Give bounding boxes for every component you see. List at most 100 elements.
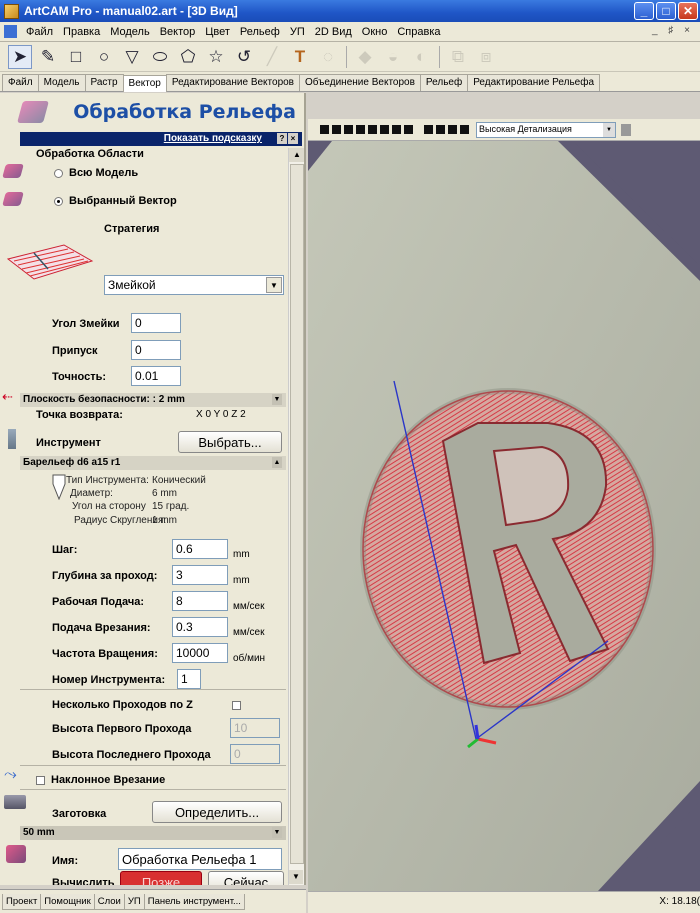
collapse-icon[interactable]: ▲ <box>272 457 282 468</box>
maximize-button[interactable]: □ <box>656 2 676 20</box>
view-option-icon[interactable] <box>621 123 631 136</box>
view-fit-icon[interactable] <box>380 125 389 134</box>
tab-project[interactable]: Проект <box>2 893 42 910</box>
spindle-speed-input[interactable] <box>172 643 228 663</box>
panel-close-icon[interactable]: × <box>288 133 298 144</box>
angle-input[interactable] <box>131 313 181 333</box>
tab-bitmap[interactable]: Растр <box>84 74 124 91</box>
stepover-input[interactable] <box>172 539 228 559</box>
define-stock-button[interactable]: Определить... <box>152 801 282 823</box>
text-icon[interactable]: T <box>288 45 312 69</box>
minimize-button[interactable]: _ <box>634 2 654 20</box>
menu-color[interactable]: Цвет <box>200 26 235 38</box>
last-pass-input[interactable] <box>230 744 280 764</box>
text-arc-icon[interactable]: ◌ <box>316 45 340 69</box>
view-zoom-icon[interactable] <box>368 125 377 134</box>
later-button[interactable]: Позже <box>120 871 202 885</box>
scroll-down-icon[interactable]: ▼ <box>289 870 303 884</box>
star-icon[interactable]: ☆ <box>204 45 228 69</box>
tool-number-input[interactable] <box>177 669 201 689</box>
menu-window[interactable]: Окно <box>357 26 393 38</box>
paste-icon[interactable]: ⧈ <box>474 45 498 69</box>
tool-section[interactable]: Барельеф d6 a15 r1 ▲ <box>20 456 286 470</box>
expand-icon[interactable]: ▼ <box>272 827 282 838</box>
document-icon[interactable] <box>4 25 17 38</box>
menu-edit[interactable]: Правка <box>58 26 105 38</box>
scroll-thumb[interactable] <box>290 164 304 864</box>
scroll-up-icon[interactable]: ▲ <box>289 148 304 162</box>
menu-model[interactable]: Модель <box>105 26 154 38</box>
view-light-icon[interactable] <box>436 125 445 134</box>
bucket-icon[interactable]: ◒ <box>381 45 405 69</box>
freeform-icon[interactable]: ▽ <box>120 45 144 69</box>
help-icon[interactable]: ? <box>277 133 287 144</box>
radio-whole-model[interactable]: Всю Модель <box>54 167 138 179</box>
line-icon[interactable]: ╱ <box>260 45 284 69</box>
radio-selected-vector-dot[interactable] <box>54 196 63 206</box>
radio-selected-vector[interactable]: Выбранный Вектор <box>54 195 177 207</box>
expand-icon[interactable]: ▼ <box>272 394 282 405</box>
menu-file[interactable]: Файл <box>21 26 58 38</box>
tolerance-input[interactable] <box>131 366 181 386</box>
tab-model[interactable]: Модель <box>37 74 86 91</box>
hint-label[interactable]: Показать подсказку <box>164 133 262 144</box>
menu-vector[interactable]: Вектор <box>155 26 201 38</box>
fill-icon[interactable]: ◆ <box>353 45 377 69</box>
menu-2d-view[interactable]: 2D Вид <box>310 26 357 38</box>
view-iso-icon[interactable] <box>320 125 329 134</box>
arc-icon[interactable]: ↺ <box>232 45 256 69</box>
menu-toolpaths[interactable]: УП <box>285 26 310 38</box>
tab-vector[interactable]: Вектор <box>122 75 167 92</box>
strategy-select[interactable]: Змейкой ▼ <box>104 275 284 295</box>
toolpath-name-input[interactable] <box>118 848 282 870</box>
view-rotate-icon[interactable] <box>404 125 413 134</box>
view-top-icon[interactable] <box>332 125 341 134</box>
first-pass-input[interactable] <box>230 718 280 738</box>
close-button[interactable]: ✕ <box>678 2 698 20</box>
select-tool-button[interactable]: Выбрать... <box>178 431 282 453</box>
tab-layers[interactable]: Слои <box>93 893 125 910</box>
merge-icon[interactable]: ◐ <box>409 45 433 69</box>
detail-select[interactable]: Высокая Детализация ▼ <box>476 121 616 138</box>
rectangle-icon[interactable]: □ <box>64 45 88 69</box>
allowance-input[interactable] <box>131 340 181 360</box>
stepdown-input[interactable] <box>172 565 228 585</box>
circle-icon[interactable]: ○ <box>92 45 116 69</box>
panel-scrollbar[interactable]: ▲ <box>288 148 304 885</box>
tab-assistant[interactable]: Помощник <box>40 893 95 910</box>
menu-help[interactable]: Справка <box>392 26 445 38</box>
chevron-down-icon[interactable]: ▼ <box>603 122 615 137</box>
select-arrow-icon[interactable]: ➤ <box>8 44 32 69</box>
now-button[interactable]: Сейчас <box>208 871 284 885</box>
view-stock-icon[interactable] <box>460 125 469 134</box>
view-material-icon[interactable] <box>448 125 457 134</box>
node-edit-icon[interactable]: ✎ <box>36 45 60 69</box>
tab-vector-combining[interactable]: Объединение Векторов <box>299 74 421 91</box>
feed-rate-input[interactable] <box>172 591 228 611</box>
view-front-icon[interactable] <box>344 125 353 134</box>
view-side-icon[interactable] <box>356 125 365 134</box>
plunge-rate-input[interactable] <box>172 617 228 637</box>
ramp-checkbox[interactable] <box>36 775 45 785</box>
tab-toolbox[interactable]: Панель инструмент... <box>143 893 245 910</box>
radio-whole-model-dot[interactable] <box>54 168 63 178</box>
safe-z-section[interactable]: Плоскость безопасности: : 2 mm ▼ <box>20 393 286 407</box>
ramp-option[interactable]: Наклонное Врезание <box>36 774 165 786</box>
tab-vector-editing[interactable]: Редактирование Векторов <box>165 74 300 91</box>
multi-z-checkbox[interactable] <box>232 701 241 710</box>
ellipse-icon[interactable]: ⬭ <box>148 45 172 69</box>
tab-relief-editing[interactable]: Редактирование Рельефа <box>467 74 601 91</box>
view-shade-icon[interactable] <box>424 125 433 134</box>
polygon-icon[interactable]: ⬠ <box>176 45 200 69</box>
show-hint-link[interactable]: Показать подсказку ? × <box>20 132 302 146</box>
mdi-controls[interactable]: _ ♯ × <box>652 25 694 36</box>
tab-relief[interactable]: Рельеф <box>419 74 469 91</box>
3d-viewport[interactable] <box>308 141 700 891</box>
view-pan-icon[interactable] <box>392 125 401 134</box>
copy-icon[interactable]: ⧉ <box>446 45 470 69</box>
tab-toolpaths[interactable]: УП <box>123 893 145 910</box>
tab-file[interactable]: Файл <box>2 74 39 91</box>
stock-section[interactable]: 50 mm ▼ <box>20 826 286 840</box>
menu-relief[interactable]: Рельеф <box>235 26 285 38</box>
chevron-down-icon[interactable]: ▼ <box>266 277 282 293</box>
